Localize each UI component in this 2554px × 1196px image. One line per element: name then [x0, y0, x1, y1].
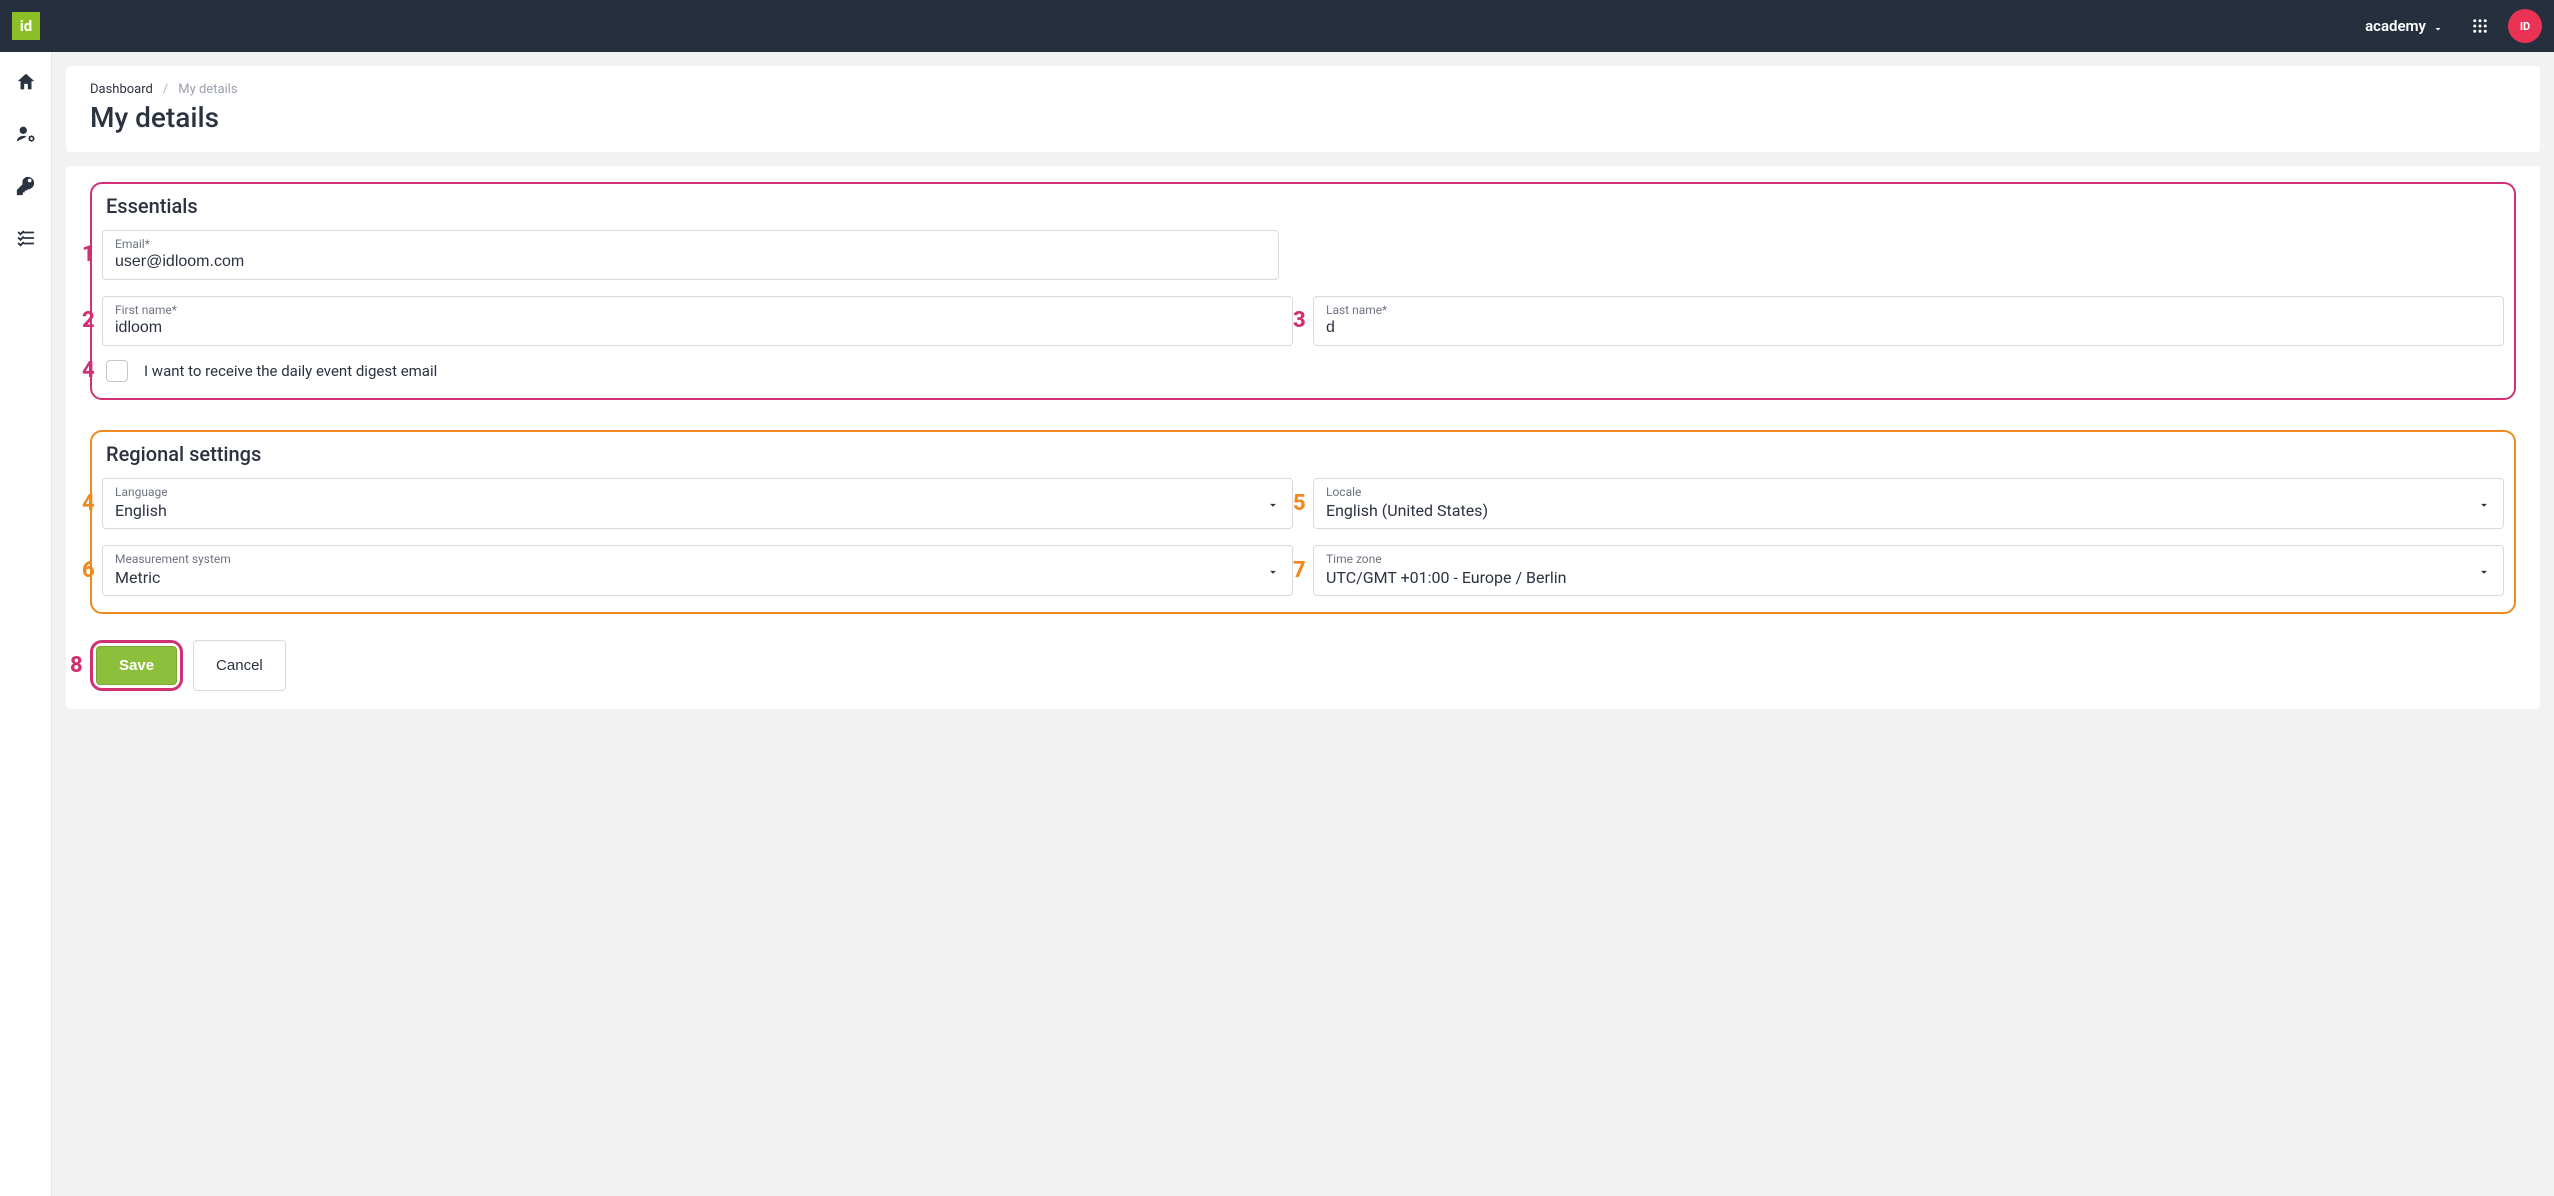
chevron-down-icon	[2477, 498, 2489, 510]
annotation-7: 7	[1293, 560, 1306, 582]
annotation-6: 6	[82, 560, 95, 582]
digest-checkbox-label: I want to receive the daily event digest…	[144, 362, 437, 380]
account-switcher[interactable]: academy	[2355, 11, 2452, 41]
timezone-label: Time zone	[1326, 552, 2491, 566]
language-label: Language	[115, 485, 1280, 499]
last-name-label: Last name*	[1326, 303, 2491, 317]
cancel-button[interactable]: Cancel	[193, 640, 286, 691]
breadcrumb-current: My details	[178, 82, 237, 97]
email-label: Email*	[115, 237, 1266, 251]
save-button-highlight: Save	[90, 640, 183, 691]
measurement-select[interactable]: Measurement system Metric	[102, 545, 1293, 596]
sidebar	[0, 52, 52, 1196]
language-value: English	[115, 501, 1280, 520]
measurement-value: Metric	[115, 568, 1280, 587]
annotation-8: 8	[70, 655, 83, 677]
email-field-wrap[interactable]: Email*	[102, 230, 1279, 280]
first-name-field[interactable]	[115, 319, 1280, 337]
locale-label: Locale	[1326, 485, 2491, 499]
last-name-field[interactable]	[1326, 319, 2491, 337]
button-row: 8 Save Cancel	[90, 640, 2516, 691]
avatar[interactable]: ID	[2508, 9, 2542, 43]
breadcrumb-root[interactable]: Dashboard	[90, 82, 153, 97]
save-button[interactable]: Save	[96, 646, 177, 685]
timezone-select[interactable]: Time zone UTC/GMT +01:00 - Europe / Berl…	[1313, 545, 2504, 596]
annotation-4b: 4	[82, 493, 95, 515]
regional-section: Regional settings 4 Language English 5	[90, 430, 2516, 614]
timezone-value: UTC/GMT +01:00 - Europe / Berlin	[1326, 568, 2491, 587]
language-select[interactable]: Language English	[102, 478, 1293, 529]
chevron-down-icon	[2432, 21, 2442, 31]
essentials-title: Essentials	[102, 194, 2504, 218]
key-icon[interactable]	[14, 174, 38, 198]
breadcrumb: Dashboard / My details	[90, 82, 2516, 97]
checklist-icon[interactable]	[14, 226, 38, 250]
apps-menu-icon[interactable]	[2466, 12, 2494, 40]
digest-checkbox-row: 4 I want to receive the daily event dige…	[102, 360, 2504, 382]
first-name-field-wrap[interactable]: First name*	[102, 296, 1293, 346]
page-title: My details	[90, 101, 2516, 134]
first-name-label: First name*	[115, 303, 1280, 317]
annotation-4a: 4	[82, 360, 95, 382]
breadcrumb-separator: /	[163, 82, 168, 97]
last-name-field-wrap[interactable]: Last name*	[1313, 296, 2504, 346]
page-header-card: Dashboard / My details My details	[66, 66, 2540, 152]
chevron-down-icon	[1266, 498, 1278, 510]
annotation-1: 1	[82, 244, 95, 266]
form-card: Essentials 1 Email* 2 First name	[66, 166, 2540, 709]
digest-checkbox[interactable]	[106, 360, 128, 382]
locale-value: English (United States)	[1326, 501, 2491, 520]
annotation-3: 3	[1293, 310, 1306, 332]
topbar: id academy ID	[0, 0, 2554, 52]
user-settings-icon[interactable]	[14, 122, 38, 146]
account-name: academy	[2365, 17, 2426, 35]
regional-title: Regional settings	[102, 442, 2504, 466]
email-field[interactable]	[115, 253, 1266, 271]
chevron-down-icon	[2477, 565, 2489, 577]
chevron-down-icon	[1266, 565, 1278, 577]
app-logo[interactable]: id	[12, 12, 40, 40]
measurement-label: Measurement system	[115, 552, 1280, 566]
locale-select[interactable]: Locale English (United States)	[1313, 478, 2504, 529]
home-icon[interactable]	[14, 70, 38, 94]
annotation-5: 5	[1293, 493, 1306, 515]
essentials-section: Essentials 1 Email* 2 First name	[90, 182, 2516, 400]
annotation-2: 2	[82, 310, 95, 332]
